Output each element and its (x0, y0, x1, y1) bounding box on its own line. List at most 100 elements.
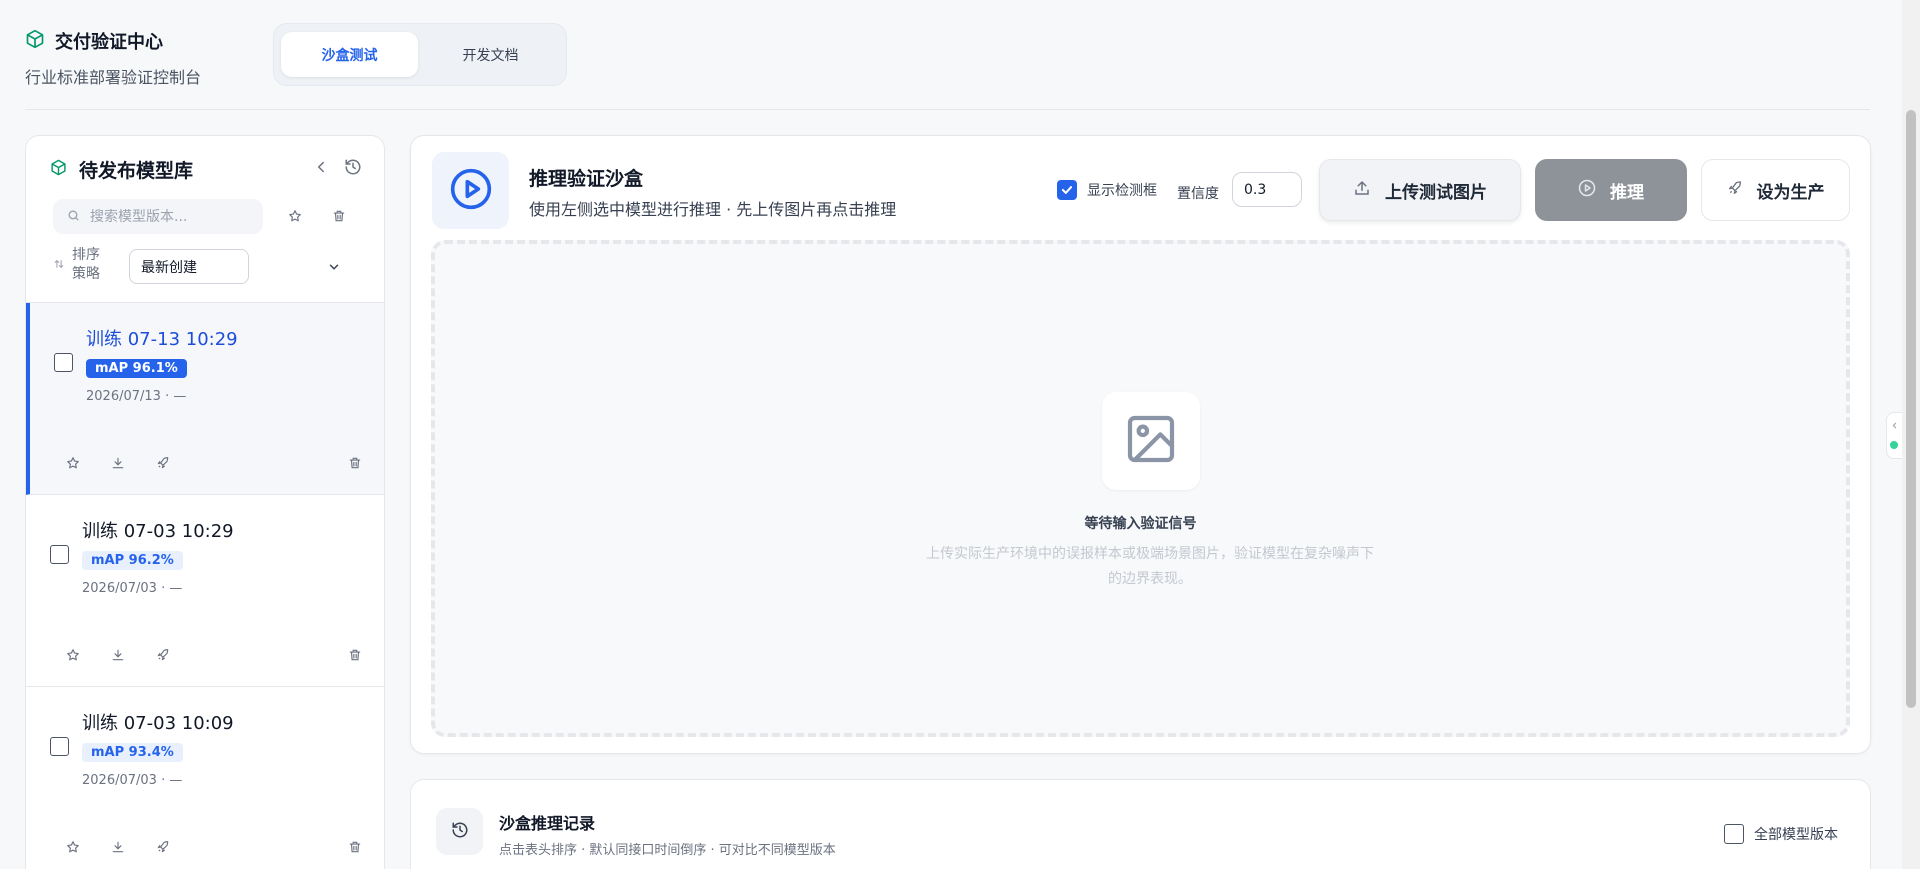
all-versions-option[interactable]: 全部模型版本 (1724, 824, 1838, 844)
tab-sandbox[interactable]: 沙盒测试 (281, 32, 418, 77)
history-icon (451, 821, 469, 843)
sandbox-title: 推理验证沙盒 (529, 168, 644, 190)
model-item[interactable]: 训练 07-03 10:29 mAP 96.2% 2026/07/03 · — (26, 495, 384, 687)
image-icon (1123, 411, 1179, 471)
chevron-down-icon[interactable] (327, 259, 341, 278)
search-input[interactable] (90, 208, 250, 225)
rocket-icon[interactable] (156, 455, 170, 474)
trash-icon[interactable] (348, 455, 362, 474)
play-circle-icon (449, 167, 493, 215)
sidebar-title: 待发布模型库 (79, 160, 194, 182)
sort-select[interactable]: 最新创建 (129, 249, 249, 284)
dropzone-description-line2: 的边界表现。 (1108, 571, 1192, 587)
trash-icon[interactable] (348, 647, 362, 666)
model-item[interactable]: 训练 07-13 10:29 mAP 96.1% 2026/07/13 · — (26, 303, 384, 495)
upload-test-image-button[interactable]: 上传测试图片 (1319, 159, 1521, 221)
brand-title-row: 交付验证中心 (25, 28, 201, 54)
inference-history-card: 沙盒推理记录 点击表头排序 · 默认同接口时间倒序 · 可对比不同模型版本 全部… (410, 779, 1871, 869)
check-icon (1061, 186, 1073, 194)
download-icon[interactable] (111, 839, 125, 858)
sandbox-icon-box (432, 152, 509, 229)
image-dropzone[interactable]: 等待输入验证信号 上传实际生产环境中的误报样本或极端场景图片，验证模型在复杂噪声… (431, 240, 1850, 737)
image-icon-box (1102, 392, 1200, 490)
download-icon[interactable] (111, 647, 125, 666)
model-date-value: 2026/07/03 (82, 581, 157, 596)
model-checkbox[interactable] (54, 353, 73, 372)
history-subtitle: 点击表头排序 · 默认同接口时间倒序 · 可对比不同模型版本 (499, 843, 836, 858)
map-badge: mAP 96.1% (86, 359, 187, 378)
model-date-value: 2026/07/13 (86, 389, 161, 404)
star-icon[interactable] (66, 647, 80, 666)
star-icon[interactable] (66, 455, 80, 474)
trash-icon[interactable] (348, 839, 362, 858)
model-checkbox[interactable] (50, 737, 69, 756)
history-icon[interactable] (344, 158, 362, 180)
model-actions (62, 839, 362, 855)
status-dot (1890, 441, 1898, 449)
model-date-dash: — (169, 581, 183, 596)
show-boxes-label: 显示检测框 (1087, 183, 1157, 199)
chevron-left-icon (1892, 422, 1897, 429)
trash-icon[interactable] (332, 208, 346, 227)
history-icon-box (436, 808, 483, 855)
model-date-separator: · (161, 581, 166, 596)
inference-sandbox-card: 推理验证沙盒 使用左侧选中模型进行推理 · 先上传图片再点击推理 显示检测框 置… (410, 135, 1871, 754)
cube-icon (50, 159, 67, 181)
download-icon[interactable] (111, 455, 125, 474)
brand: 交付验证中心 行业标准部署验证控制台 (25, 28, 201, 88)
sidebar-header-actions (312, 158, 362, 180)
upload-button-label: 上传测试图片 (1385, 182, 1487, 203)
search-actions (288, 208, 346, 227)
model-actions (62, 647, 362, 663)
confidence-label: 置信度 (1177, 186, 1219, 202)
infer-button-label: 推理 (1610, 182, 1644, 203)
dropzone-description: 上传实际生产环境中的误报样本或极端场景图片，验证模型在复杂噪声下 的边界表现。 (905, 542, 1395, 592)
dropzone-title: 等待输入验证信号 (1084, 516, 1197, 532)
sort-label-text: 排序 策略 (72, 246, 100, 284)
model-date: 2026/07/03 · — (82, 581, 182, 596)
map-badge: mAP 93.4% (82, 743, 183, 762)
model-date: 2026/07/13 · — (86, 389, 186, 404)
cube-icon (25, 29, 45, 54)
top-tabs: 沙盒测试 开发文档 (273, 23, 567, 86)
model-checkbox[interactable] (50, 545, 69, 564)
star-icon[interactable] (288, 208, 302, 227)
rocket-icon[interactable] (156, 647, 170, 666)
rocket-icon (1727, 180, 1743, 201)
show-boxes-checkbox[interactable] (1057, 180, 1077, 200)
star-icon[interactable] (66, 839, 80, 858)
chevron-left-icon[interactable] (312, 158, 330, 180)
upload-icon (1353, 179, 1371, 202)
model-title: 训练 07-03 10:09 (82, 713, 234, 734)
model-date-dash: — (173, 389, 187, 404)
brand-title: 交付验证中心 (55, 32, 163, 53)
infer-button[interactable]: 推理 (1535, 159, 1687, 221)
model-date-separator: · (161, 773, 166, 788)
rocket-icon[interactable] (156, 839, 170, 858)
play-circle-icon (1578, 179, 1596, 202)
model-library-sidebar: 待发布模型库 排序 策略 最新创建 (25, 135, 385, 869)
map-badge: mAP 96.2% (82, 551, 183, 570)
confidence-input[interactable]: 0.3 (1232, 172, 1302, 207)
history-title: 沙盒推理记录 (499, 814, 596, 833)
sort-icon (54, 256, 64, 275)
sandbox-subtitle: 使用左侧选中模型进行推理 · 先上传图片再点击推理 (529, 200, 897, 219)
header-divider (25, 109, 1870, 110)
model-title: 训练 07-03 10:29 (82, 521, 234, 542)
search-icon (67, 207, 80, 226)
show-boxes-option[interactable]: 显示检测框 (1057, 180, 1157, 200)
model-actions (66, 455, 366, 471)
model-date: 2026/07/03 · — (82, 773, 182, 788)
model-title: 训练 07-13 10:29 (86, 329, 238, 350)
all-versions-checkbox[interactable] (1724, 824, 1744, 844)
model-date-value: 2026/07/03 (82, 773, 157, 788)
production-button-label: 设为生产 (1756, 182, 1825, 203)
brand-subtitle: 行业标准部署验证控制台 (25, 68, 202, 87)
model-item[interactable]: 训练 07-03 10:09 mAP 93.4% 2026/07/03 · — (26, 687, 384, 869)
model-date-separator: · (165, 389, 170, 404)
search-box (53, 199, 263, 234)
set-production-button[interactable]: 设为生产 (1701, 159, 1850, 221)
tab-dev-docs[interactable]: 开发文档 (422, 32, 559, 77)
scrollbar-thumb[interactable] (1906, 110, 1916, 708)
side-panel-handle[interactable] (1886, 412, 1902, 459)
